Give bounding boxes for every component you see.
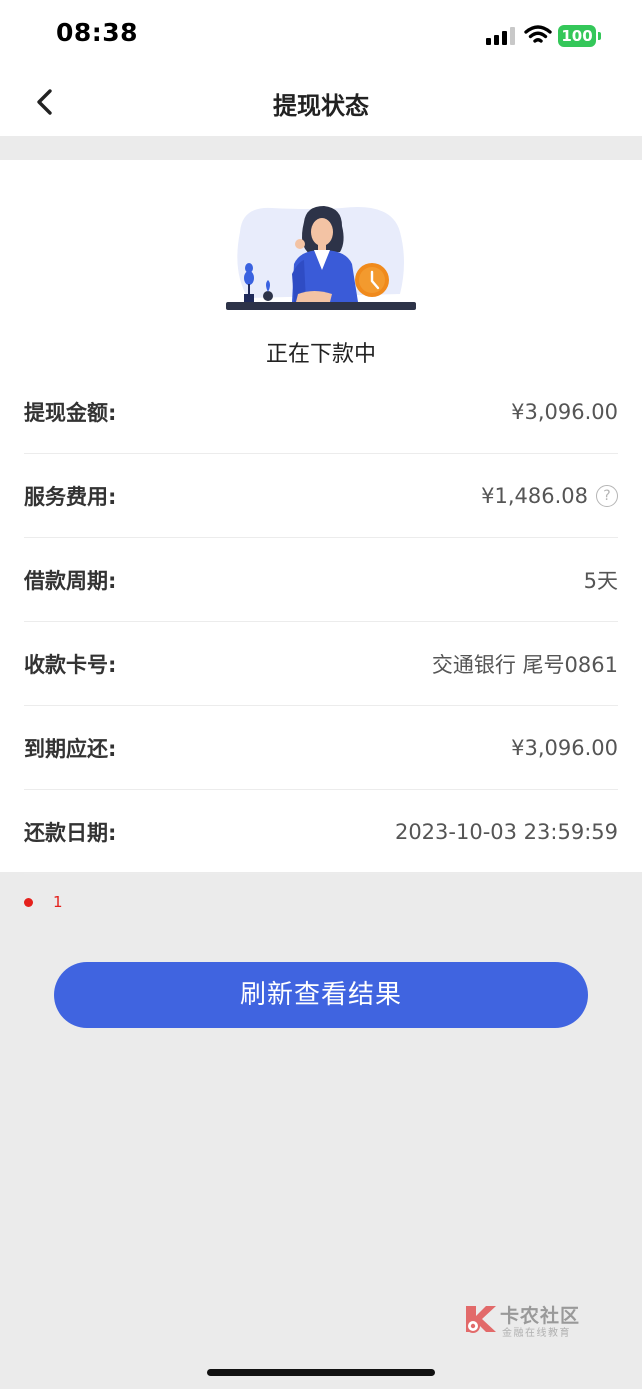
detail-label: 提现金额: [24,400,117,425]
battery-level: 100 [561,27,593,45]
due-amount-value: ¥3,096.00 [511,735,618,760]
repay-date-value: 2023-10-03 23:59:59 [394,819,618,844]
detail-value: ¥1,486.08 ? [481,484,618,508]
detail-row-amount: 提现金额: ¥3,096.00 [24,370,618,454]
detail-label: 收款卡号: [24,652,117,677]
detail-value: ¥3,096.00 [511,736,618,760]
status-bar: 08:38 100 [0,0,642,68]
home-indicator [207,1369,435,1376]
detail-row-repay-date: 还款日期: 2023-10-03 23:59:59 [24,790,618,874]
detail-row-loan-period: 借款周期: 5天 [24,538,618,622]
amount-value: ¥3,096.00 [511,399,618,424]
detail-row-service-fee: 服务费用: ¥1,486.08 ? [24,454,618,538]
detail-row-bank-card: 收款卡号: 交通银行 尾号0861 [24,622,618,706]
section-divider [0,136,642,160]
watermark-subtitle: 金融在线教育 [502,1328,571,1339]
status-time: 08:38 [56,18,139,47]
note: 1 [24,893,63,911]
detail-value: 2023-10-03 23:59:59 [395,820,618,844]
note-text: 1 [53,893,63,911]
detail-label: 服务费用: [24,484,117,509]
red-dot-icon [24,897,33,907]
loan-period-value: 5天 [583,568,618,593]
woman-waiting-illustration [226,206,416,310]
detail-row-due-amount: 到期应还: ¥3,096.00 [24,706,618,790]
wifi-icon [524,25,552,43]
detail-label: 到期应还: [24,736,117,761]
help-icon[interactable]: ? [596,484,618,507]
watermark: 卡农社区 金融在线教育 [462,1300,592,1340]
detail-label: 借款周期: [24,568,117,593]
nav-bar: 提现状态 [0,68,642,136]
status-text: 正在下款中 [265,342,376,367]
refresh-result-button[interactable]: 刷新查看结果 [54,962,588,1028]
detail-value: 5天 [584,565,618,595]
battery-icon: 100 [558,25,596,47]
battery-nub [598,32,601,40]
bank-card-value: 交通银行 尾号0861 [431,652,618,677]
withdraw-status-card: 正在下款中 提现金额: ¥3,096.00 服务费用: ¥1,486.08 ? … [0,160,642,874]
kanong-logo-icon [466,1306,496,1333]
detail-value: 交通银行 尾号0861 [432,649,618,679]
cellular-signal-icon [486,27,515,45]
detail-value: ¥3,096.00 [511,400,618,424]
detail-label: 还款日期: [24,820,117,845]
detail-list: 提现金额: ¥3,096.00 服务费用: ¥1,486.08 ? 借款周期: … [24,370,618,874]
page-title: 提现状态 [273,92,369,120]
service-fee-value: ¥1,486.08 [481,483,588,508]
